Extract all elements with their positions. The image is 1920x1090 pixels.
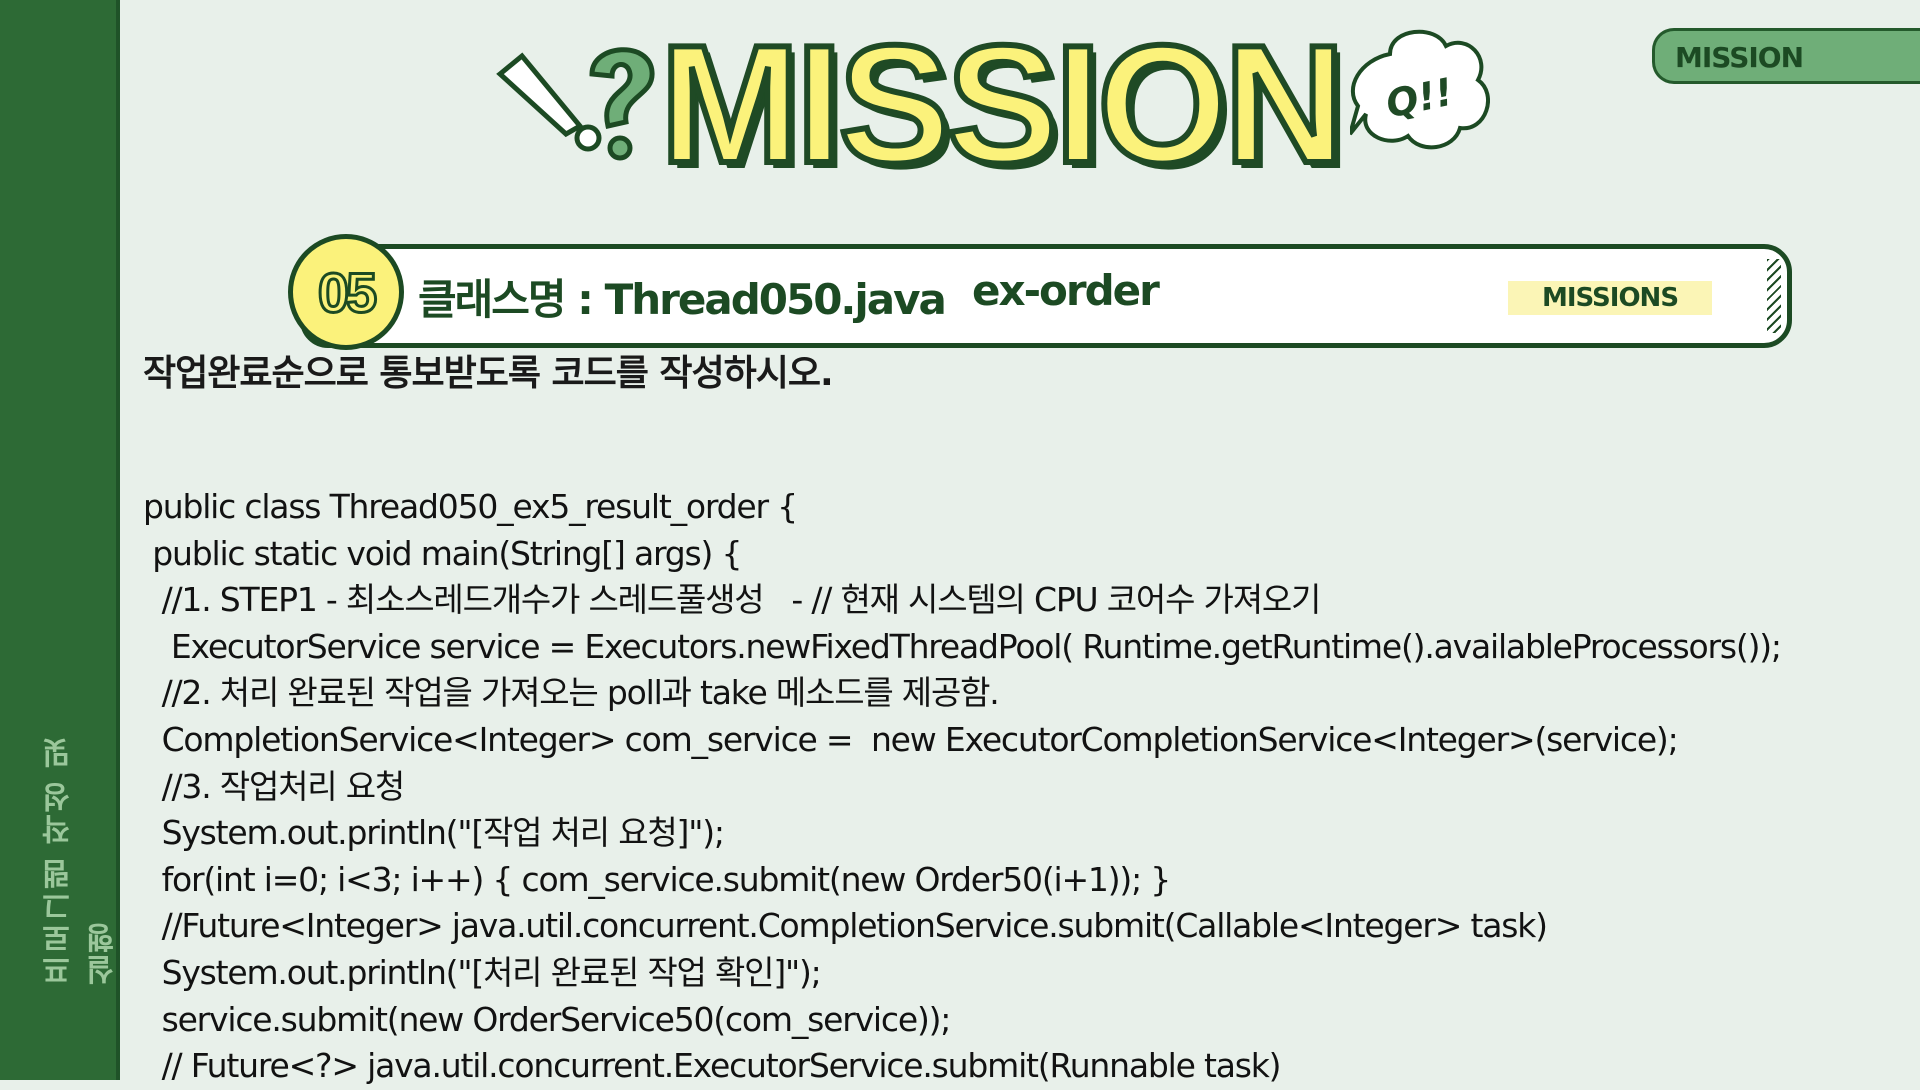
- mission-number-badge: 05: [288, 234, 404, 350]
- class-name-label: 클래스명 : Thread050.java: [418, 275, 947, 324]
- instruction-text: 작업완료순으로 통보받도록 코드를 작성하시오.: [143, 353, 834, 394]
- mission-tab[interactable]: MISSION: [1652, 28, 1920, 84]
- code-line: System.out.println("[처리 완료된 작업 확인]");: [143, 952, 822, 992]
- code-line: ExecutorService service = Executors.newF…: [143, 626, 1782, 666]
- code-block: public class Thread050_ex5_result_order …: [143, 484, 1913, 1090]
- code-line: // Future<?> java.util.concurrent.Execut…: [143, 1046, 1282, 1086]
- mission-hero: MISSION Q!!: [480, 10, 1500, 204]
- code-line: //1. STEP1 - 최소스레드개수가 스레드풀생성 - // 현재 시스템…: [143, 580, 1322, 620]
- mission-title: MISSION: [657, 10, 1348, 198]
- mission-tab-label: MISSION: [1675, 41, 1804, 74]
- missions-tag: MISSIONS: [1508, 281, 1712, 315]
- code-line: public static void main(String[] args) {: [143, 533, 742, 573]
- code-line: for(int i=0; i<3; i++) { com_service.sub…: [143, 859, 1172, 899]
- code-line: CompletionService<Integer> com_service =…: [143, 719, 1679, 759]
- left-sidebar: 프로그램 작성 및 실행: [0, 0, 121, 1080]
- banner-stripes: [1767, 259, 1781, 333]
- code-line: public class Thread050_ex5_result_order …: [143, 487, 798, 526]
- sidebar-label: 프로그램 작성 및 실행: [42, 736, 121, 985]
- code-line: service.submit(new OrderService50(com_se…: [143, 999, 952, 1039]
- code-line: //Future<Integer> java.util.concurrent.C…: [143, 906, 1548, 946]
- exercise-subtitle: ex-order: [972, 266, 1160, 315]
- exclamation-question-icon: [496, 47, 655, 161]
- code-line: //2. 처리 완료된 작업을 가져오는 poll과 take 메소드를 제공함…: [143, 673, 1000, 713]
- code-line: System.out.println("[작업 처리 요청]");: [143, 813, 725, 853]
- mission-number: 05: [316, 259, 378, 325]
- code-line: //3. 작업처리 요청: [143, 766, 406, 806]
